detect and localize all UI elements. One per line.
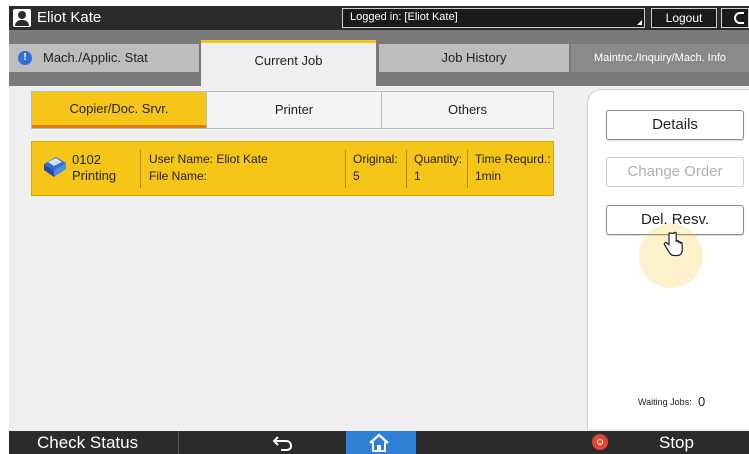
tab-mach-applic-stat[interactable]: ! Mach./Applic. Stat [9,44,199,72]
waiting-jobs-value: 0 [698,394,706,409]
job-user-name: User Name: Eliot Kate [149,152,268,166]
divider [467,150,468,188]
job-type-selector: Copier/Doc. Srvr. Printer Others [31,91,554,129]
copy-job-icon [44,157,66,177]
divider [345,150,346,188]
stop-icon [592,434,608,450]
power-icon [734,12,744,24]
change-order-button[interactable]: Change Order [606,157,744,187]
segment-copier-doc-server[interactable]: Copier/Doc. Srvr. [32,92,206,128]
time-required-value: 1min [475,169,502,183]
home-icon [369,433,389,452]
waiting-jobs-label: Waiting Jobs: [638,397,692,407]
action-panel: Details Change Order Del. Resv. Waiting … [587,89,749,429]
original-value: 5 [353,169,360,183]
hand-pointer-icon [663,231,683,257]
check-status-button[interactable]: Check Status [9,431,179,454]
info-icon: ! [18,51,32,65]
job-row[interactable]: 0102 Printing User Name: Eliot Kate File… [31,141,554,196]
quantity-value: 1 [414,169,421,183]
job-file-name: File Name: [149,169,208,183]
user-icon [13,9,31,27]
back-icon[interactable] [271,435,295,451]
top-bar: Eliot Kate Logged in: [Eliot Kate] Logou… [9,6,749,30]
tab-label: Mach./Applic. Stat [43,50,148,65]
tab-job-history[interactable]: Job History [379,44,569,72]
segment-printer[interactable]: Printer [206,92,381,128]
expand-corner-icon [637,20,642,25]
tab-maintenance-info[interactable]: Maintnc./Inquiry/Mach. Info [571,44,749,72]
tab-bar: ! Mach./Applic. Stat Current Job Job His… [9,30,749,86]
logout-button[interactable]: Logout [651,8,717,28]
divider [406,150,407,188]
job-number: 0102 [72,152,101,167]
job-status: Printing [72,168,117,183]
logged-in-text: Logged in: [Eliot Kate] [350,11,458,23]
time-required-label: Time Requrd.: [475,152,551,166]
energy-saver-button[interactable] [721,8,749,28]
details-button[interactable]: Details [606,110,744,140]
user-name: Eliot Kate [37,9,102,26]
bottom-bar: Check Status Stop [9,431,749,454]
main-panel: Copier/Doc. Srvr. Printer Others 0102 Pr… [9,86,749,431]
segment-others[interactable]: Others [381,92,553,128]
home-button[interactable] [346,431,416,454]
original-label: Original: [353,152,398,166]
tab-current-job[interactable]: Current Job [201,40,376,86]
quantity-label: Quantity: [414,152,463,166]
stop-button[interactable]: Stop [659,431,694,454]
logged-in-display[interactable]: Logged in: [Eliot Kate] [342,8,645,28]
divider [140,150,141,188]
